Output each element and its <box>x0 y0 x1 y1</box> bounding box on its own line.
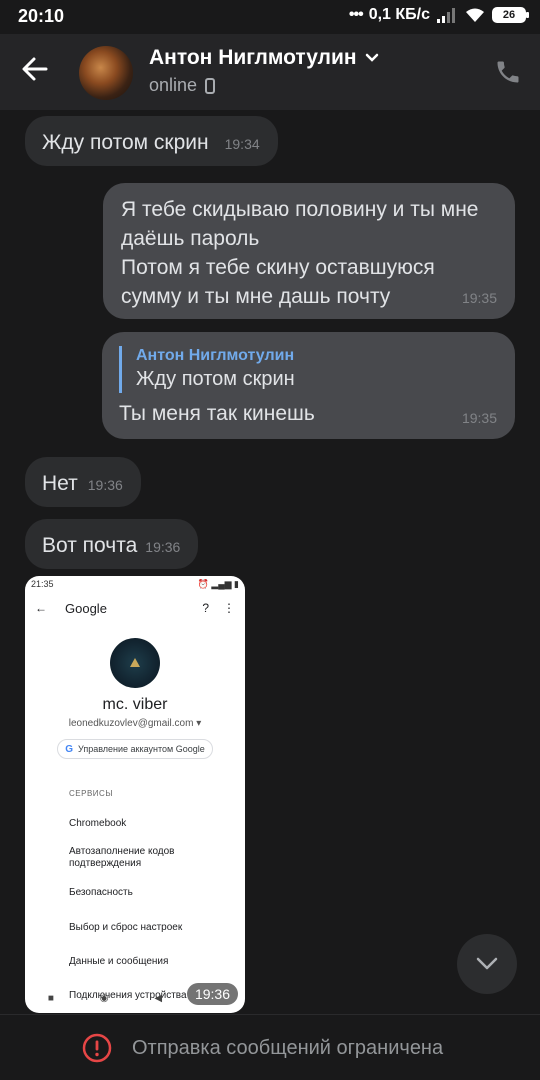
message-line: Я тебе скидываю половину и ты мне <box>121 198 479 221</box>
screenshot-back-triangle-icon: ◀ <box>154 992 163 1004</box>
message-list[interactable]: Жду потом скрин 19:34 Я тебе скидываю пол… <box>0 110 540 1015</box>
composer-bar: Отправка сообщений ограничена <box>0 1014 540 1080</box>
message-line: Потом я тебе скину оставшуюся <box>121 256 435 279</box>
message-bubble[interactable]: Антон Ниглмотулин Жду потом скрин Ты мен… <box>102 332 515 439</box>
screenshot-item: Безопасность <box>69 887 133 898</box>
reply-author: Антон Ниглмотулин <box>136 347 295 364</box>
screenshot-help-icon: ? <box>202 601 209 615</box>
call-button[interactable] <box>494 58 522 86</box>
screenshot-square-icon: ■ <box>47 992 54 1004</box>
screenshot-account-name: mc. viber <box>102 696 168 713</box>
message-text: Вот почта <box>42 534 138 557</box>
message-time: 19:36 <box>145 539 181 555</box>
message-bubble[interactable]: Я тебе скидываю половину и ты мне даёшь … <box>103 183 515 319</box>
message-line: сумму и ты мне дашь почту <box>121 285 391 308</box>
screenshot-app-bar: ← Google ? ⋮ <box>25 592 245 624</box>
contact-avatar[interactable] <box>79 46 133 100</box>
network-speed: 0,1 КБ/с <box>368 6 430 23</box>
battery-level: 26 <box>502 9 516 21</box>
status-time: 20:10 <box>18 6 65 26</box>
screenshot-manage-label: Управление аккаунтом Google <box>78 744 205 754</box>
battery-icon: 26 <box>492 7 529 23</box>
chevron-down-icon <box>476 957 498 970</box>
screenshot-manage-button: G Управление аккаунтом Google <box>57 739 213 759</box>
scroll-down-button[interactable] <box>457 934 517 994</box>
restriction-text: Отправка сообщений ограничена <box>132 1036 444 1059</box>
screenshot-email-text: leonedkuzovlev@gmail.com <box>68 718 194 729</box>
message-bubble[interactable]: Жду потом скрин 19:34 <box>25 116 278 166</box>
screenshot-status-time: 21:35 <box>31 579 54 589</box>
screenshot-more-icon: ⋮ <box>223 601 235 615</box>
message-bubble[interactable]: Нет 19:36 <box>25 457 141 507</box>
image-message[interactable]: 21:35 ⏰ ▂▄▆ ▮ ← Google ? ⋮ mc. viber leo… <box>25 576 245 1013</box>
screenshot-section-title: СЕРВИСЫ <box>69 789 113 798</box>
screenshot-item: Автозаполнение кодов подтверждения <box>69 846 175 869</box>
message-text: Ты меня так кинешь <box>119 402 315 425</box>
mobile-icon <box>205 77 216 94</box>
screenshot-home-icon: ◉ <box>99 992 109 1004</box>
message-time: 19:36 <box>186 983 238 1005</box>
alert-icon <box>82 1033 112 1063</box>
arrow-left-icon <box>22 57 48 81</box>
status-right: ••• 0,1 КБ/с 26 <box>348 6 529 24</box>
screenshot-status-icons: ⏰ ▂▄▆ ▮ <box>197 579 239 589</box>
screenshot-app-title: Google <box>65 600 107 616</box>
google-g-icon: G <box>65 743 74 755</box>
message-time: 19:34 <box>224 136 260 152</box>
screenshot-item: Выбор и сброс настроек <box>69 922 183 933</box>
message-line: даёшь пароль <box>121 227 260 250</box>
phone-icon <box>497 61 519 83</box>
reply-text: Жду потом скрин <box>136 368 295 390</box>
signal-icon <box>437 8 455 23</box>
chat-header: Антон Ниглмотулин online <box>0 34 540 110</box>
screenshot-avatar <box>110 638 160 688</box>
restriction-notice: Отправка сообщений ограничена <box>82 1033 443 1063</box>
notification-dots-icon: ••• <box>348 6 364 23</box>
screenshot-email: leonedkuzovlev@gmail.com ▾ <box>68 718 202 729</box>
message-time: 19:35 <box>461 290 497 306</box>
contact-name[interactable]: Антон Ниглмотулин <box>149 46 379 70</box>
wifi-icon <box>466 8 484 22</box>
back-button[interactable] <box>20 54 60 90</box>
screenshot-item: Chromebook <box>69 818 127 829</box>
screenshot-status-bar: 21:35 ⏰ ▂▄▆ ▮ <box>25 576 245 592</box>
chevron-down-icon <box>365 53 378 62</box>
contact-name-text: Антон Ниглмотулин <box>149 46 357 69</box>
message-time: 19:36 <box>87 477 123 493</box>
reply-quote[interactable]: Антон Ниглмотулин Жду потом скрин <box>119 346 499 393</box>
contact-status-text: online <box>149 75 198 95</box>
message-text: Жду потом скрин <box>42 131 209 154</box>
screenshot-item: Данные и сообщения <box>69 956 169 967</box>
message-time: 19:35 <box>461 410 497 426</box>
contact-status: online <box>149 75 216 96</box>
status-bar: 20:10 ••• 0,1 КБ/с 26 <box>0 0 540 34</box>
message-bubble[interactable]: Вот почта 19:36 <box>25 519 199 569</box>
screenshot-back-icon: ← <box>35 601 47 615</box>
message-text: Нет <box>42 472 78 495</box>
